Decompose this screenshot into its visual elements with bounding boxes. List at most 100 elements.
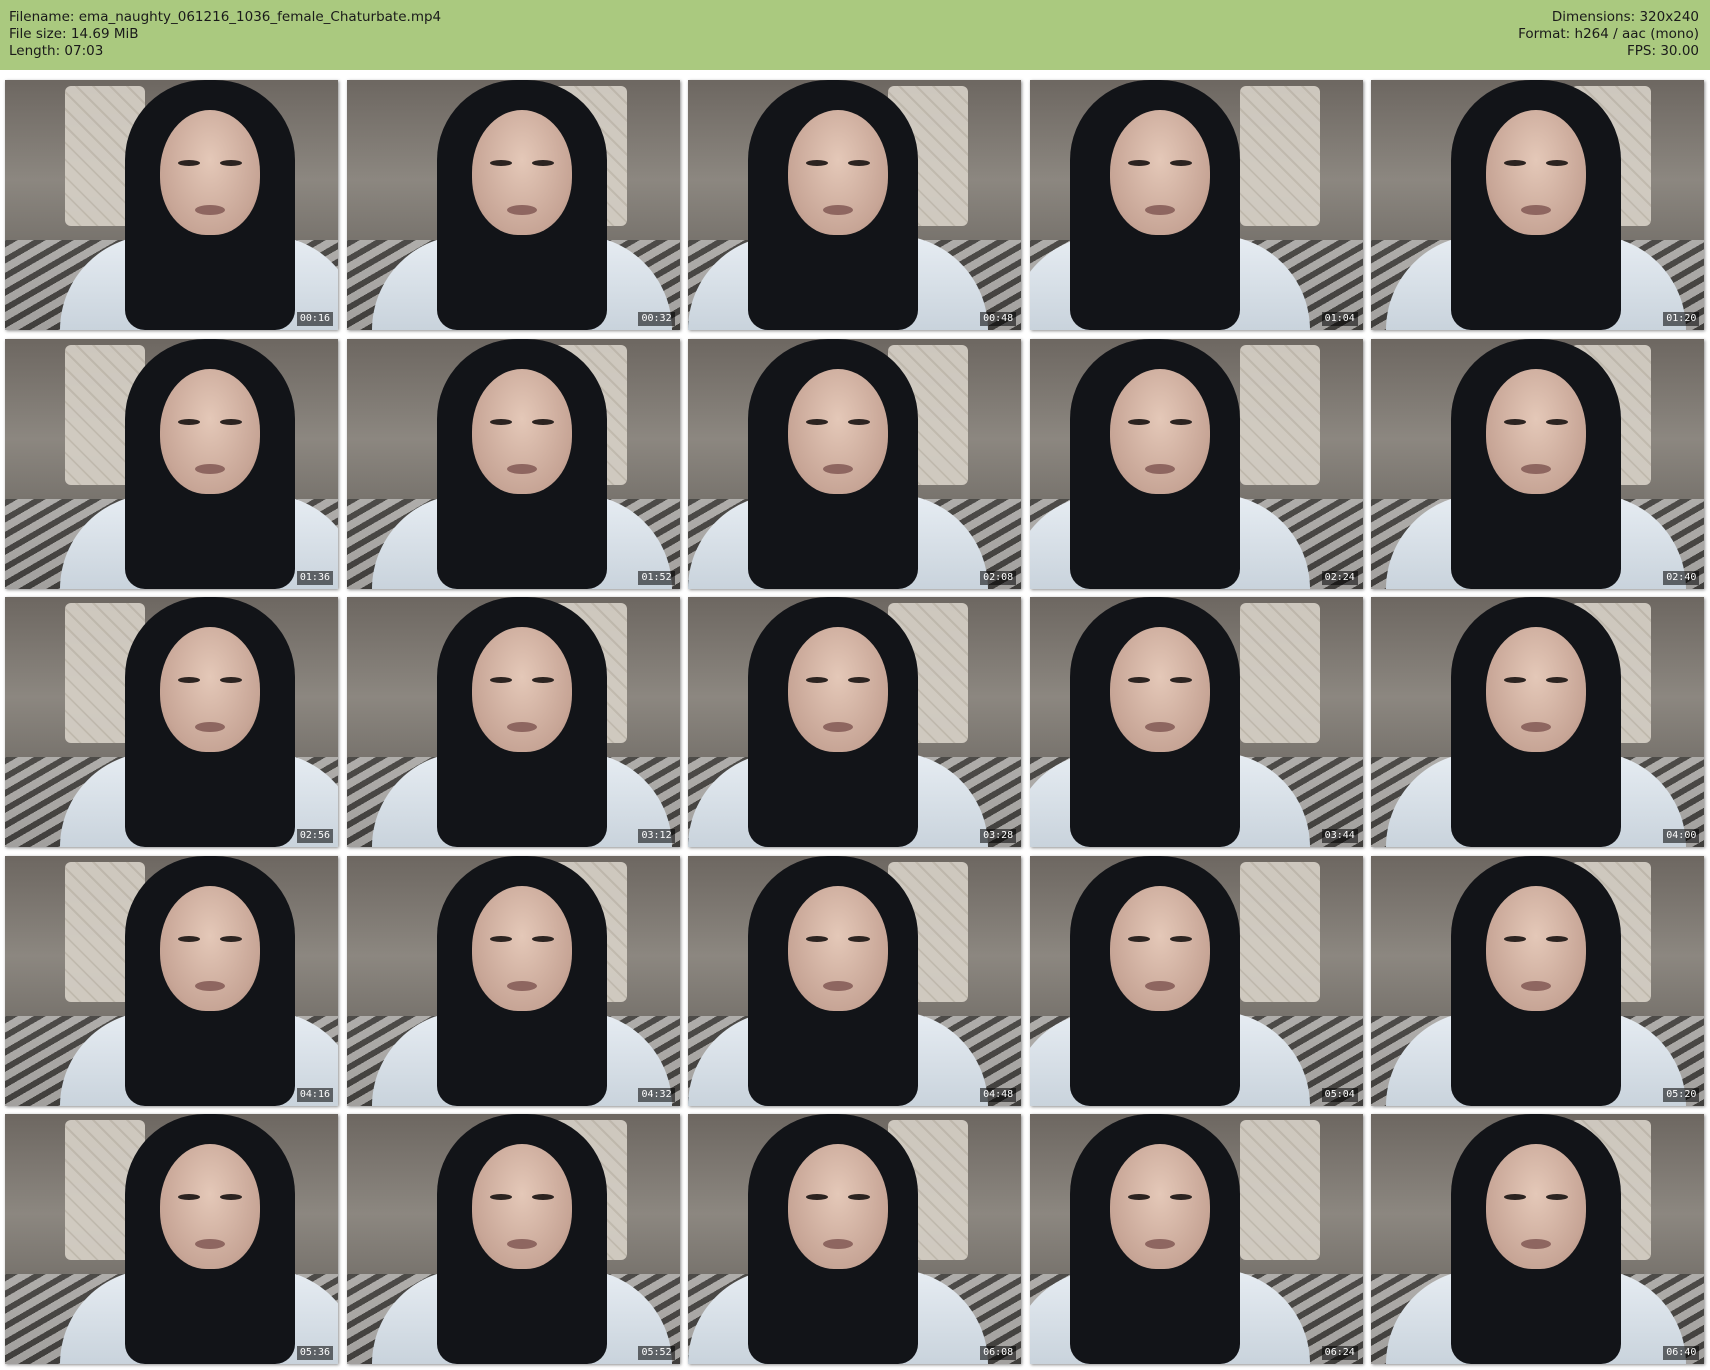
thumbnail-timestamp: 02:40 — [1663, 570, 1700, 585]
thumbnail-frame[interactable]: 00:16 — [5, 80, 338, 330]
right-eye — [1169, 160, 1192, 166]
right-eye — [220, 160, 242, 166]
face — [471, 1144, 572, 1269]
thumbnail-timestamp: 06:24 — [1321, 1346, 1358, 1360]
thumbnail-timestamp: 04:00 — [1663, 829, 1700, 843]
thumbnail-frame[interactable]: 05:52 — [346, 1114, 680, 1364]
right-eye — [531, 677, 554, 683]
lips — [195, 1239, 225, 1249]
thumbnail-frame[interactable]: 01:20 — [1371, 80, 1705, 330]
lips — [195, 463, 225, 474]
fps-label: FPS: — [1627, 43, 1657, 59]
info-header: Filename: ema_naughty_061216_1036_female… — [0, 0, 1710, 70]
left-eye — [1127, 418, 1150, 425]
thumbnail-frame[interactable]: 04:16 — [5, 855, 338, 1106]
left-eye — [178, 935, 200, 942]
lips — [1521, 463, 1552, 474]
left-eye — [806, 418, 829, 425]
right-eye — [531, 418, 554, 425]
left-eye — [806, 677, 829, 683]
thumbnail-frame[interactable]: 05:04 — [1029, 855, 1363, 1106]
fps-line: FPS: 30.00 — [1518, 43, 1699, 60]
face — [471, 110, 572, 235]
right-eye — [1546, 418, 1569, 425]
thumbnail-frame[interactable]: 02:24 — [1029, 338, 1363, 589]
format-line: Format: h264 / aac (mono) — [1518, 26, 1699, 43]
thumbnail-timestamp: 00:16 — [296, 312, 333, 326]
thumbnail-frame[interactable]: 00:32 — [346, 80, 680, 330]
thumbnail-timestamp: 01:20 — [1663, 312, 1700, 326]
face — [1486, 627, 1587, 752]
headboard-background — [1239, 861, 1320, 1002]
left-eye — [1127, 677, 1150, 683]
left-eye — [1504, 1194, 1527, 1200]
face — [471, 368, 572, 494]
format-label: Format: — [1518, 26, 1571, 42]
thumbnail-frame[interactable]: 06:24 — [1029, 1114, 1363, 1364]
right-eye — [1546, 1194, 1569, 1200]
left-eye — [1504, 935, 1527, 942]
face — [788, 627, 889, 752]
face — [1486, 368, 1587, 494]
thumbnail-timestamp: 06:40 — [1663, 1346, 1700, 1360]
thumbnail-frame[interactable]: 05:20 — [1371, 855, 1705, 1106]
thumbnail-frame[interactable]: 02:08 — [688, 338, 1022, 589]
right-eye — [220, 677, 242, 683]
lips — [1144, 1239, 1175, 1249]
thumbnail-frame[interactable]: 06:08 — [688, 1114, 1022, 1364]
lips — [195, 980, 225, 991]
file-meta: Filename: ema_naughty_061216_1036_female… — [9, 9, 441, 60]
right-eye — [220, 1194, 242, 1200]
filename-label: Filename: — [9, 9, 75, 25]
thumbnail-frame[interactable]: 04:00 — [1371, 597, 1705, 847]
thumbnail-frame[interactable]: 02:56 — [5, 597, 338, 847]
right-eye — [1169, 418, 1192, 425]
thumbnail-frame[interactable]: 02:40 — [1371, 338, 1705, 589]
thumbnail-frame[interactable]: 06:40 — [1371, 1114, 1705, 1364]
right-eye — [848, 1194, 871, 1200]
face — [788, 368, 889, 494]
left-eye — [489, 1194, 512, 1200]
thumbnail-frame[interactable]: 01:36 — [5, 338, 338, 589]
face — [788, 110, 889, 235]
lips — [506, 722, 537, 732]
lips — [506, 463, 537, 474]
face — [1486, 110, 1587, 235]
lips — [823, 980, 854, 991]
thumbnail-frame[interactable]: 01:52 — [346, 338, 680, 589]
thumbnail-timestamp: 01:04 — [1321, 312, 1358, 326]
right-eye — [220, 935, 242, 942]
left-eye — [489, 418, 512, 425]
thumbnail-frame[interactable]: 03:44 — [1029, 597, 1363, 847]
left-eye — [178, 418, 200, 425]
thumbnail-frame[interactable]: 03:12 — [346, 597, 680, 847]
left-eye — [489, 677, 512, 683]
right-eye — [531, 160, 554, 166]
thumbnail-frame[interactable]: 00:48 — [688, 80, 1022, 330]
thumbnail-frame[interactable]: 01:04 — [1029, 80, 1363, 330]
face — [160, 885, 260, 1011]
right-eye — [1546, 677, 1569, 683]
right-eye — [848, 160, 871, 166]
left-eye — [1127, 1194, 1150, 1200]
thumbnail-timestamp: 03:12 — [638, 829, 675, 843]
thumbnail-frame[interactable]: 05:36 — [5, 1114, 338, 1364]
left-eye — [1504, 160, 1527, 166]
thumbnail-timestamp: 05:36 — [296, 1346, 333, 1360]
lips — [1521, 205, 1552, 215]
right-eye — [220, 418, 242, 425]
thumbnail-frame[interactable]: 04:48 — [688, 855, 1022, 1106]
thumbnail-frame[interactable]: 03:28 — [688, 597, 1022, 847]
right-eye — [531, 1194, 554, 1200]
thumbnail-frame[interactable]: 04:32 — [346, 855, 680, 1106]
face — [1109, 368, 1210, 494]
left-eye — [806, 160, 829, 166]
lips — [823, 1239, 854, 1249]
left-eye — [1504, 677, 1527, 683]
right-eye — [1546, 160, 1569, 166]
face — [1109, 110, 1210, 235]
left-eye — [489, 160, 512, 166]
filesize-value: 14.69 MiB — [70, 26, 139, 42]
left-eye — [178, 677, 200, 683]
dimensions-value: 320x240 — [1639, 9, 1699, 25]
